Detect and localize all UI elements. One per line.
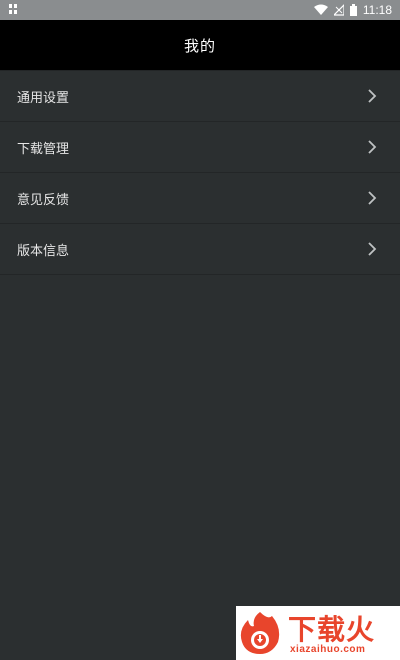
watermark-url: xiazaihuo.com	[290, 644, 366, 655]
menu-item-download-manager[interactable]: 下载管理	[0, 122, 400, 173]
page-title: 我的	[183, 36, 216, 55]
wifi-icon	[313, 4, 328, 15]
chevron-right-icon	[368, 89, 377, 103]
status-time: 11:18	[362, 3, 392, 17]
menu-item-general-settings[interactable]: 通用设置	[0, 70, 400, 122]
menu-item-feedback[interactable]: 意见反馈	[0, 173, 400, 224]
menu-item-label: 通用设置	[17, 90, 70, 106]
status-bar: 11:18	[0, 0, 400, 20]
status-icons: 11:18	[313, 2, 392, 18]
signal-icon	[333, 4, 344, 16]
chevron-right-icon	[368, 140, 377, 154]
battery-icon	[349, 4, 357, 16]
menu-item-label: 版本信息	[17, 243, 70, 259]
app-screen: 11:18 我的 通用设置 下载管理 意见反馈 版本信息 下载火 xiazaih…	[0, 0, 400, 660]
watermark-brand: 下载火	[288, 613, 376, 646]
settings-menu: 通用设置 下载管理 意见反馈 版本信息	[0, 70, 400, 275]
chevron-right-icon	[368, 242, 377, 256]
watermark: 下载火 xiazaihuo.com	[236, 606, 400, 660]
flame-logo-icon	[240, 612, 280, 654]
menu-item-label: 下载管理	[17, 141, 70, 157]
menu-item-label: 意见反馈	[17, 192, 70, 208]
notification-icon	[9, 4, 17, 14]
header: 我的	[0, 20, 400, 70]
chevron-right-icon	[368, 191, 377, 205]
menu-item-version-info[interactable]: 版本信息	[0, 224, 400, 275]
